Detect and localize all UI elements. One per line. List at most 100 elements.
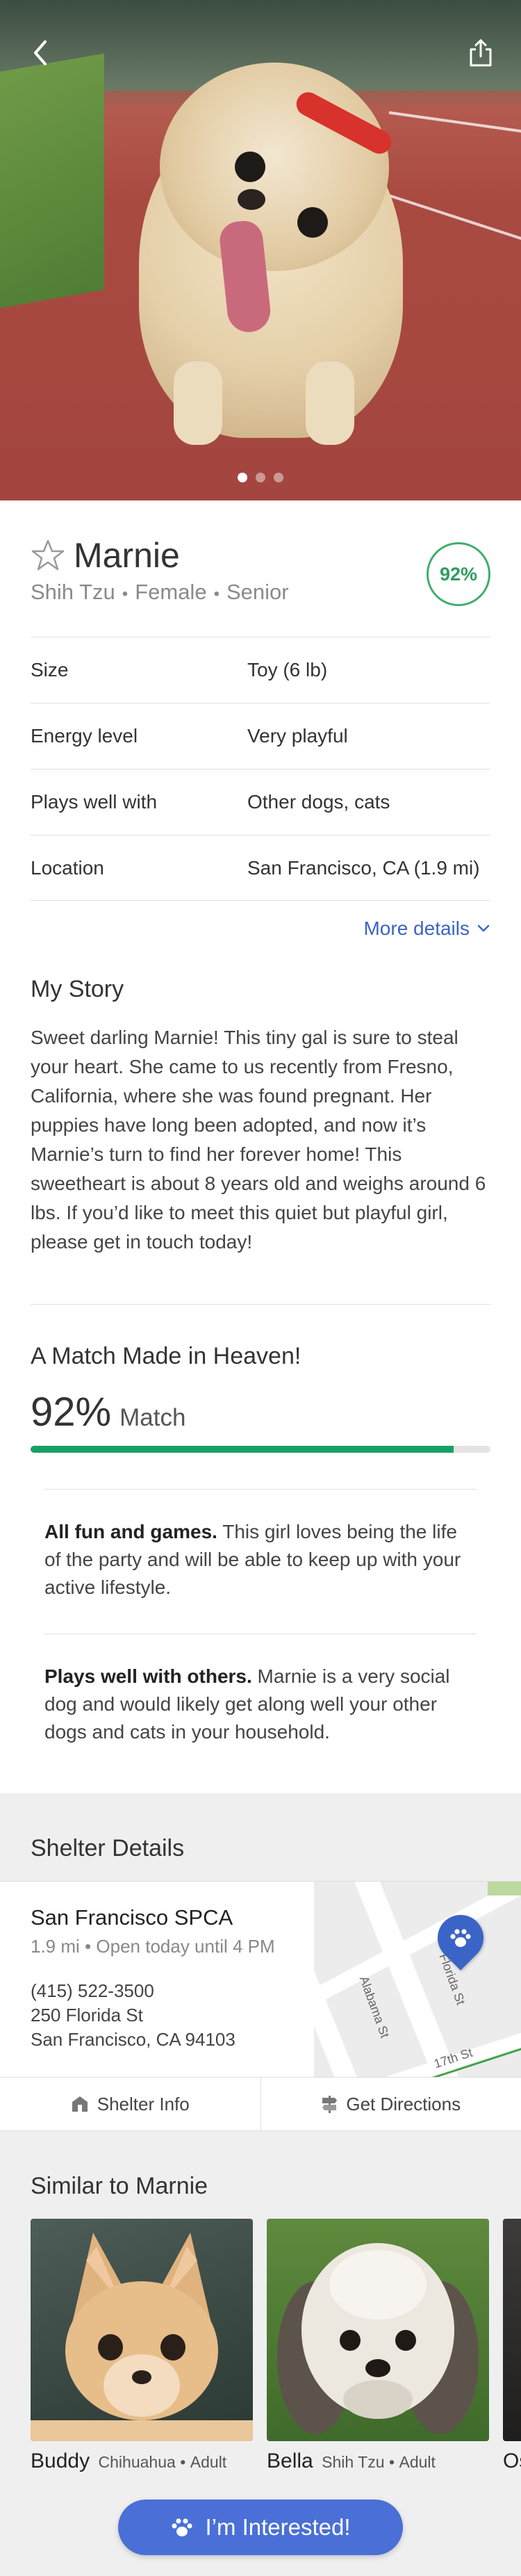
attribute-row: Plays well with Other dogs, cats: [31, 769, 490, 835]
star-outline-icon[interactable]: [31, 538, 65, 573]
similar-pet-name: Bella: [267, 2449, 313, 2472]
shelter-card[interactable]: San Francisco SPCA 1.9 mi • Open today u…: [0, 1881, 521, 2077]
divider: [31, 1304, 490, 1305]
match-title: A Match Made in Heaven!: [31, 1343, 301, 1369]
dog-head: [160, 63, 389, 271]
attribute-label: Plays well with: [31, 791, 158, 813]
chevron-left-icon: [34, 40, 47, 65]
attribute-row: Size Toy (6 lb): [31, 637, 490, 703]
attribute-row: Location San Francisco, CA (1.9 mi): [31, 835, 490, 901]
pet-profile: Marnie Shih Tzu • Female • Senior 92% Size T…: [0, 500, 521, 1793]
shelter-actions: Shelter Info Get Directions: [0, 2077, 521, 2131]
shelter-section-title: Shelter Details: [31, 1835, 185, 1861]
attribute-label: Size: [31, 659, 69, 680]
shelter-info-button[interactable]: Shelter Info: [0, 2078, 260, 2130]
similar-pet-caption: Bella Shih Tzu • Adult: [267, 2449, 489, 2473]
building-icon: [72, 2096, 88, 2112]
dog-leg: [174, 361, 222, 445]
shelter-status: 1.9 mi • Open today until 4 PM: [31, 1936, 275, 1957]
story-text: Sweet darling Marnie! This tiny gal is s…: [31, 1027, 486, 1253]
pet-name: Marnie: [74, 536, 180, 575]
map-label-alabama: Alabama St: [356, 1974, 392, 2040]
attribute-value: San Francisco, CA (1.9 mi): [247, 856, 480, 879]
separator: •: [388, 2453, 395, 2471]
divider: [44, 1489, 477, 1490]
dog-eye: [297, 207, 328, 238]
share-button[interactable]: [460, 32, 502, 74]
separator: •: [213, 585, 220, 603]
attribute-row: Energy level Very playful: [31, 703, 490, 769]
im-interested-button[interactable]: I’m Interested!: [118, 2500, 403, 2555]
signpost-icon: [322, 2096, 338, 2113]
map-park: [488, 1882, 521, 1896]
attribute-label: Location: [31, 856, 104, 879]
trait-heading: All fun and games.: [44, 1521, 217, 1542]
similar-pet-photo: [31, 2219, 253, 2441]
paw-icon: [172, 2518, 193, 2536]
match-progress-bar: [31, 1446, 490, 1453]
get-directions-button[interactable]: Get Directions: [260, 2078, 521, 2130]
similar-pet-breed: Chihuahua: [98, 2453, 176, 2471]
similar-pet-caption: Os: [503, 2449, 521, 2473]
shih-tzu-photo: [277, 2243, 479, 2434]
more-details-link[interactable]: More details: [363, 918, 490, 940]
pet-summary: Shih Tzu • Female • Senior: [31, 580, 289, 605]
shelter-phone[interactable]: (415) 522-3500: [31, 1979, 235, 2003]
shelter-city: San Francisco, CA 94103: [31, 2029, 235, 2050]
trait-plays-well: Plays well with others. Marnie is a very…: [44, 1663, 477, 1746]
similar-pet-name: Buddy: [31, 2449, 90, 2472]
match-badge: 92%: [427, 542, 490, 606]
paw-icon: [450, 1929, 471, 1947]
story-title: My Story: [31, 976, 124, 1002]
shelter-name: San Francisco SPCA: [31, 1905, 233, 1930]
similar-pet-age: Adult: [399, 2453, 436, 2471]
more-details-label: More details: [363, 918, 470, 939]
similar-pet-card[interactable]: Bella Shih Tzu • Adult: [267, 2219, 489, 2473]
carousel-indicator[interactable]: [0, 473, 521, 482]
chevron-down-icon: [477, 924, 490, 932]
divider: [44, 1633, 477, 1634]
trait-fun-and-games: All fun and games. This girl loves being…: [44, 1518, 477, 1601]
attribute-value: Other dogs, cats: [247, 791, 390, 813]
similar-pet-card[interactable]: Buddy Chihuahua • Adult: [31, 2219, 253, 2473]
similar-pet-photo: [503, 2219, 521, 2441]
attribute-value: Very playful: [247, 725, 348, 747]
chihuahua-photo: [31, 2233, 253, 2441]
carousel-dot[interactable]: [238, 473, 247, 482]
separator: •: [85, 1936, 92, 1957]
similar-pet-age: Adult: [190, 2453, 227, 2471]
separator: •: [180, 2453, 186, 2471]
match-score: 92% Match: [31, 1389, 185, 1435]
attributes-table: Size Toy (6 lb) Energy level Very playfu…: [31, 637, 490, 901]
trait-heading: Plays well with others.: [44, 1665, 252, 1687]
shelter-distance: 1.9 mi: [31, 1936, 80, 1957]
attribute-value: Toy (6 lb): [247, 659, 328, 680]
track-line: [388, 111, 521, 136]
match-progress-fill: [31, 1446, 454, 1453]
get-directions-label: Get Directions: [346, 2093, 461, 2114]
shelter-map[interactable]: Florida St Alabama St 17th St: [314, 1882, 521, 2077]
carousel-dot[interactable]: [256, 473, 265, 482]
pet-age: Senior: [226, 580, 289, 604]
dog-eye: [235, 152, 265, 182]
similar-section-title: Similar to Marnie: [31, 2173, 208, 2199]
similar-pet-card[interactable]: Os: [503, 2219, 521, 2473]
match-word: Match: [119, 1404, 186, 1431]
similar-pet-name: Os: [503, 2449, 521, 2472]
name-row: Marnie: [31, 535, 180, 576]
carousel-dot[interactable]: [274, 473, 283, 482]
attribute-label: Energy level: [31, 725, 138, 747]
similar-pet-breed: Shih Tzu: [322, 2453, 385, 2471]
background-grass: [0, 53, 104, 309]
similar-carousel[interactable]: Buddy Chihuahua • Adult Bella Shih Tzu •…: [31, 2219, 521, 2476]
back-button[interactable]: [19, 32, 61, 74]
share-icon: [470, 39, 492, 67]
pet-sex: Female: [135, 580, 207, 604]
hero-photo[interactable]: [0, 0, 521, 500]
match-percent: 92%: [31, 1389, 112, 1435]
separator: •: [122, 585, 129, 603]
shelter-info-label: Shelter Info: [97, 2093, 190, 2114]
dog-leg: [306, 361, 354, 445]
similar-pet-photo: [267, 2219, 489, 2441]
shelter-hours: Open today until 4 PM: [96, 1936, 275, 1957]
